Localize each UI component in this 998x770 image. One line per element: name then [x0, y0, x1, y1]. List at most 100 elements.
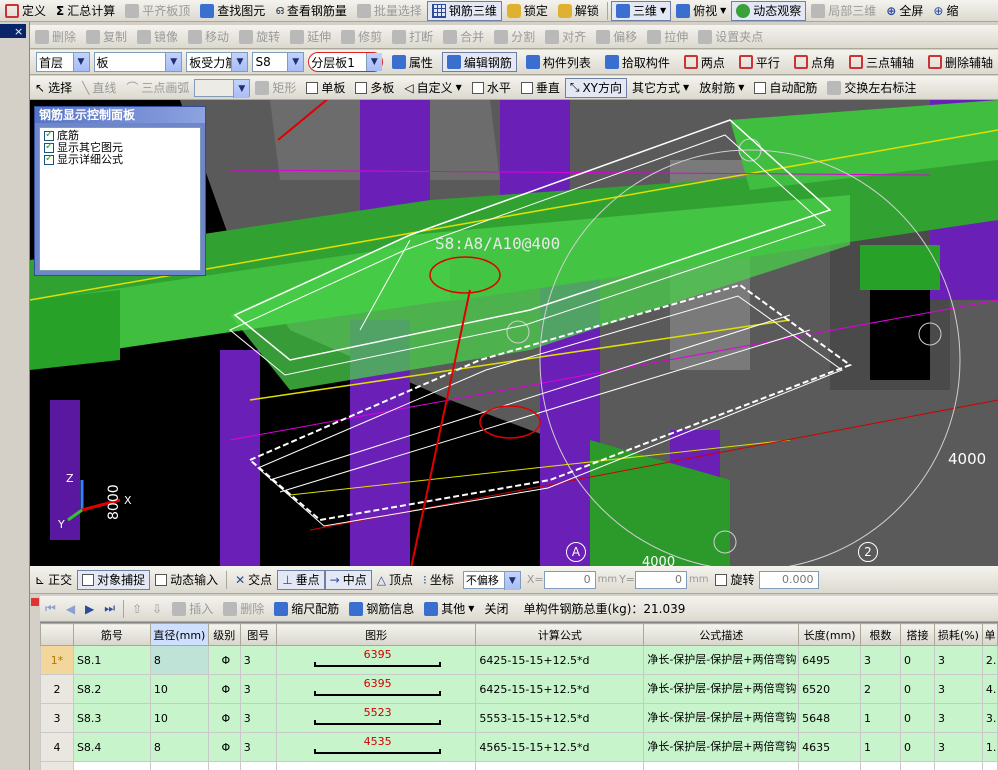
merge-button[interactable]: 合并 — [438, 27, 489, 47]
column-header[interactable]: 单 — [981, 623, 998, 646]
rotate-button[interactable]: 旋转 — [234, 27, 285, 47]
cell-loss[interactable]: 3 — [933, 645, 983, 675]
cell-diameter[interactable]: 10 — [149, 674, 209, 704]
cell-loss[interactable]: 3 — [933, 732, 983, 762]
column-header[interactable]: 损耗(%) — [933, 623, 983, 646]
cell-figure-no[interactable]: 3 — [239, 732, 277, 762]
cell-grade[interactable]: Φ — [207, 732, 241, 762]
rect-tool-button[interactable]: 矩形 — [250, 78, 301, 98]
cell-length[interactable]: 5648 — [798, 703, 862, 733]
row-index[interactable]: 3 — [40, 703, 74, 733]
cell-figure-no[interactable]: 3 — [239, 645, 277, 675]
dynamic-input-button[interactable]: 动态输入 — [150, 570, 223, 590]
column-header[interactable]: 图号 — [239, 623, 277, 646]
insert-button[interactable]: 插入 — [167, 599, 218, 619]
cell-grade[interactable] — [207, 761, 241, 770]
delete-axis-button[interactable]: 删除辅轴 — [923, 52, 998, 72]
cell-length[interactable]: 4635 — [798, 732, 862, 762]
summary-calc-button[interactable]: Σ 汇总计算 — [51, 1, 120, 21]
cell-rebar-name[interactable] — [72, 761, 151, 770]
three-point-axis-button[interactable]: 三点辅轴 — [844, 52, 919, 72]
table-row[interactable]: 5 — [40, 761, 998, 770]
pick-component-button[interactable]: 拾取构件 — [600, 52, 675, 72]
table-row[interactable]: 2 S8.2 10 Φ 3 6395 6425-15-15+12.5*d 净长-… — [40, 674, 998, 704]
cell-lap[interactable]: 0 — [900, 645, 935, 675]
arc-tool-button[interactable]: ⌒ 三点画弧 — [121, 78, 194, 98]
mirror-button[interactable]: 镜像 — [132, 27, 183, 47]
break-button[interactable]: 打断 — [387, 27, 438, 47]
custom-button[interactable]: ◁ 自定义 ▼ — [399, 78, 466, 98]
table-row[interactable]: 1* S8.1 8 Φ 3 6395 6425-15-15+12.5*d 净长-… — [40, 645, 998, 675]
cell-grade[interactable]: Φ — [207, 645, 241, 675]
offset-mode-select[interactable]: 不偏移 ▼ — [462, 570, 521, 590]
set-grip-button[interactable]: 设置夹点 — [693, 27, 768, 47]
cell-shape[interactable]: 4535 — [275, 732, 477, 762]
cell-diameter[interactable]: 8 — [149, 645, 209, 675]
unlock-button[interactable]: 解锁 — [553, 1, 604, 21]
cell-unit[interactable] — [981, 761, 998, 770]
fullscreen-button[interactable]: ⊕ 全屏 — [881, 1, 928, 21]
cell-count[interactable] — [860, 761, 901, 770]
close-button[interactable]: 关闭 — [479, 599, 513, 619]
floor-select[interactable]: 首层 ▼ — [36, 52, 90, 72]
cell-rebar-name[interactable]: S8.3 — [72, 703, 151, 733]
midpoint-snap-button[interactable]: → 中点 — [324, 569, 372, 590]
checkbox-icon[interactable] — [44, 129, 54, 141]
cell-grade[interactable]: Φ — [207, 674, 241, 704]
select-tool-button[interactable]: ↖ 选择 — [30, 78, 77, 98]
cell-description[interactable]: 净长-保护层-保护层+两倍弯钩 — [643, 703, 800, 733]
cell-rebar-name[interactable]: S8.1 — [72, 645, 151, 675]
cell-shape[interactable]: 6395 — [275, 674, 477, 704]
first-row-button[interactable]: ⏮ — [40, 599, 61, 619]
cell-formula[interactable]: 6425-15-15+12.5*d — [475, 674, 645, 704]
column-header[interactable]: 计算公式 — [475, 623, 645, 646]
rebar-type-select[interactable]: 板受力筋 ▼ — [186, 52, 249, 72]
local-3d-button[interactable]: 局部三维 — [806, 1, 881, 21]
column-header[interactable]: 级别 — [207, 623, 241, 646]
column-header[interactable]: 图形 — [275, 623, 477, 646]
type-select[interactable]: 板 ▼ — [93, 52, 183, 72]
cell-lap[interactable]: 0 — [900, 703, 935, 733]
cell-lap[interactable]: 0 — [900, 674, 935, 704]
swap-labels-button[interactable]: 交换左右标注 — [822, 78, 921, 98]
edit-rebar-button[interactable]: 编辑钢筋 — [441, 52, 517, 72]
stretch-button[interactable]: 拉伸 — [642, 27, 693, 47]
cell-formula[interactable] — [475, 761, 645, 770]
scale-rebar-button[interactable]: 缩尺配筋 — [269, 599, 344, 619]
trim-button[interactable]: 修剪 — [336, 27, 387, 47]
checkbox-icon[interactable] — [44, 141, 54, 153]
radial-rebar-button[interactable]: 放射筋 ▼ — [694, 78, 749, 98]
view-rebar-qty-button[interactable]: ഒ 查看钢筋量 — [270, 1, 352, 21]
dynamic-orbit-button[interactable]: 动态观察 — [731, 0, 807, 21]
rebar-display-panel[interactable]: 钢筋显示控制面板 底筋 显示其它图元 显示详细公式 — [34, 106, 206, 276]
align-button[interactable]: 对齐 — [540, 27, 591, 47]
horizontal-button[interactable]: 水平 — [467, 78, 516, 98]
x-input[interactable]: 0 — [543, 570, 596, 589]
next-row-button[interactable]: ▶ — [80, 599, 99, 619]
y-input[interactable]: 0 — [635, 570, 688, 589]
cell-shape[interactable]: 5523 — [275, 703, 477, 733]
line-tool-button[interactable]: ╲ 直线 — [77, 78, 121, 98]
cell-count[interactable]: 1 — [860, 732, 901, 762]
cell-diameter[interactable]: 10 — [149, 703, 209, 733]
xy-direction-button[interactable]: ⤡ XY方向 — [564, 77, 628, 98]
cell-count[interactable]: 1 — [860, 703, 901, 733]
show-formula-checkbox[interactable]: 显示详细公式 — [44, 153, 196, 166]
cell-grade[interactable]: Φ — [207, 703, 241, 733]
column-header[interactable]: 筋号 — [72, 623, 151, 646]
cell-diameter[interactable]: 8 — [149, 732, 209, 762]
vertex-snap-button[interactable]: △ 顶点 — [372, 570, 418, 590]
cell-figure-no[interactable]: 3 — [239, 703, 277, 733]
cell-description[interactable]: 净长-保护层-保护层+两倍弯钩 — [643, 732, 800, 762]
row-index[interactable]: 4 — [40, 732, 74, 762]
close-icon[interactable]: × — [14, 25, 23, 38]
cell-lap[interactable] — [900, 761, 935, 770]
column-header[interactable]: 公式描述 — [643, 623, 800, 646]
close-icon[interactable] — [31, 598, 39, 606]
properties-button[interactable]: 属性 — [387, 52, 438, 72]
row-index[interactable]: 5 — [40, 761, 74, 770]
batch-select-button[interactable]: 批量选择 — [352, 1, 427, 21]
other-methods-button[interactable]: 其它方式 ▼ — [627, 78, 694, 98]
single-slab-button[interactable]: 单板 — [301, 78, 350, 98]
two-point-axis-button[interactable]: 两点 — [679, 52, 730, 72]
